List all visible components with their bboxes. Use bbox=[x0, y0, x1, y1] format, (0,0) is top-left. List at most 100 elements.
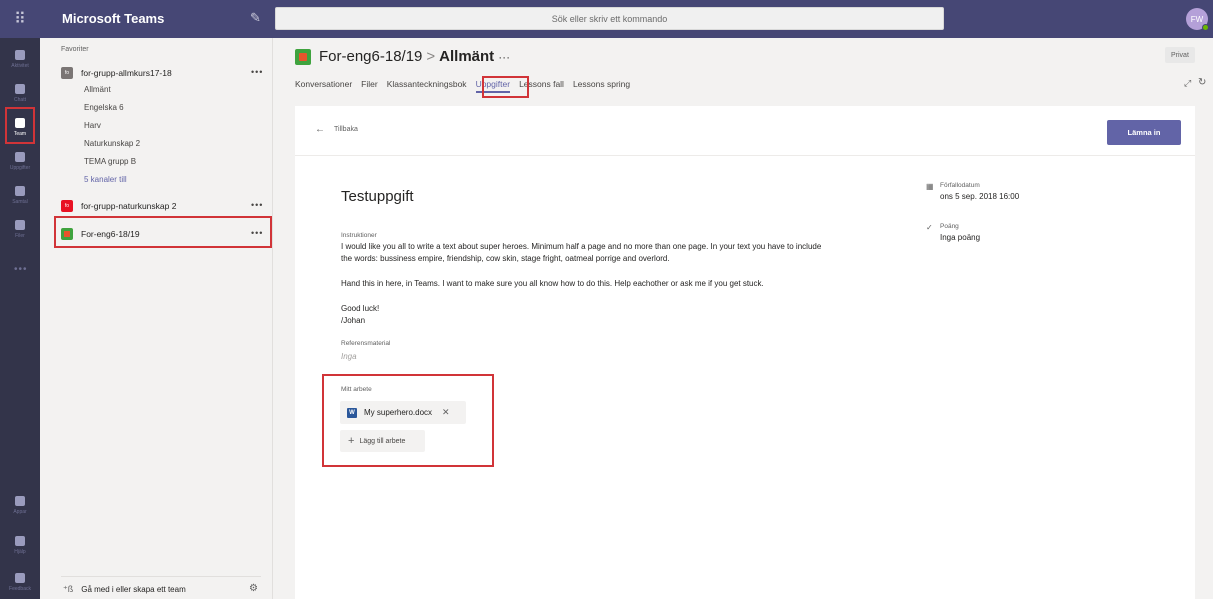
add-work-button[interactable]: + Lägg till arbete bbox=[340, 430, 425, 452]
channel-item[interactable]: Naturkunskap 2 bbox=[84, 139, 140, 148]
favorites-label: Favoriter bbox=[61, 46, 89, 53]
privacy-badge: Privat bbox=[1165, 47, 1195, 63]
channel-name: Allmänt bbox=[439, 48, 495, 65]
rail-label: Samtal bbox=[12, 198, 28, 205]
rail-files[interactable]: Filer bbox=[0, 212, 40, 246]
top-bar: ⠿ Microsoft Teams ✎ Sök eller skriv ett … bbox=[0, 0, 1213, 38]
files-icon bbox=[15, 219, 25, 230]
main-area: For-eng6-18/19 > Allmänt ··· Privat Konvers… bbox=[273, 38, 1213, 599]
teams-pane: Favoriter fo for-grupp-allmkurs17-18 •••… bbox=[40, 38, 273, 599]
tab-lessons-spring[interactable]: Lessons spring bbox=[573, 79, 630, 93]
expand-icon[interactable]: ⤢ bbox=[1184, 78, 1191, 89]
reference-value: Inga bbox=[341, 352, 357, 361]
team-name-title[interactable]: For-eng6-18/19 bbox=[319, 48, 422, 65]
rail-label: Hjälp bbox=[14, 548, 26, 555]
turn-in-button[interactable]: Lämna in bbox=[1107, 120, 1181, 145]
search-input[interactable]: Sök eller skriv ett kommando bbox=[275, 7, 944, 30]
plus-icon: + bbox=[348, 435, 355, 447]
avatar-initials: FW bbox=[1190, 14, 1204, 24]
due-date: ▦ Förfallodatum ons 5 sep. 2018 16:00 bbox=[926, 182, 1019, 201]
assignment-title: Testuppgift bbox=[341, 188, 414, 205]
due-label: Förfallodatum bbox=[940, 182, 980, 189]
rail-apps[interactable]: Appar bbox=[0, 488, 40, 522]
instructions-text: the words: bussiness empire, friendship,… bbox=[341, 254, 670, 263]
rail-chat[interactable]: Chatt bbox=[0, 76, 40, 110]
my-work-label: Mitt arbete bbox=[341, 386, 372, 393]
add-team-icon: ⁺ß bbox=[63, 584, 74, 594]
highlight-teams-rail bbox=[5, 107, 35, 144]
app-launcher-icon[interactable]: ⠿ bbox=[0, 0, 40, 38]
points-value: Inga poäng bbox=[940, 233, 981, 242]
calendar-icon: ▦ bbox=[926, 182, 934, 191]
team-item-naturkunskap[interactable]: fo for-grupp-naturkunskap 2 bbox=[61, 197, 176, 214]
rail-activity[interactable]: Aktivitet bbox=[0, 42, 40, 76]
rail-help[interactable]: Hjälp bbox=[0, 528, 40, 562]
points-label: Poäng bbox=[940, 223, 959, 230]
instructions-text: Good luck! bbox=[341, 304, 380, 313]
rail-more-icon[interactable]: ••• bbox=[14, 264, 28, 275]
team-logo-icon bbox=[295, 49, 311, 65]
breadcrumb-separator: > bbox=[426, 48, 436, 65]
more-channels-link[interactable]: 5 kanaler till bbox=[84, 175, 127, 184]
team-name: for-grupp-allmkurs17-18 bbox=[81, 67, 172, 78]
channel-more-icon[interactable]: ··· bbox=[498, 50, 510, 64]
instructions-text: /Johan bbox=[341, 316, 366, 325]
channel-title: For-eng6-18/19 > Allmänt ··· bbox=[319, 48, 510, 65]
add-work-label: Lägg till arbete bbox=[359, 437, 406, 445]
pane-divider bbox=[61, 576, 261, 577]
rail-label: Appar bbox=[13, 508, 27, 515]
back-arrow-icon[interactable]: ← bbox=[315, 124, 325, 135]
channel-item[interactable]: TEMA grupp B bbox=[84, 157, 136, 166]
team-name: for-grupp-naturkunskap 2 bbox=[81, 200, 177, 211]
file-name: My superhero.docx bbox=[364, 408, 433, 417]
channel-item[interactable]: Harv bbox=[84, 121, 101, 130]
word-file-icon: W bbox=[347, 407, 357, 418]
join-or-create-team-button[interactable]: ⁺ß Gå med i eller skapa ett team bbox=[63, 584, 186, 595]
instructions-text: I would like you all to write a text abo… bbox=[341, 242, 822, 251]
refresh-icon[interactable]: ↻ bbox=[1198, 77, 1206, 88]
rail-label: Chatt bbox=[14, 96, 26, 103]
instructions-text: Hand this in here, in Teams. I want to m… bbox=[341, 279, 764, 288]
bell-icon bbox=[15, 49, 25, 60]
due-value: ons 5 sep. 2018 16:00 bbox=[940, 192, 1020, 201]
team-more-icon[interactable]: ••• bbox=[251, 67, 263, 77]
avatar[interactable]: FW bbox=[1186, 8, 1209, 31]
channel-tabs: Konversationer Filer Klassanteckningsbok… bbox=[295, 79, 639, 93]
feedback-icon bbox=[15, 572, 25, 583]
highlight-team-for-eng6 bbox=[54, 216, 272, 248]
presence-icon bbox=[1202, 24, 1209, 31]
checkmark-icon: ✓ bbox=[926, 223, 933, 232]
attached-file[interactable]: W My superhero.docx ✕ bbox=[340, 401, 466, 424]
assignment-card: ← Tillbaka Lämna in Testuppgift Instrukt… bbox=[295, 106, 1195, 599]
phone-icon bbox=[15, 185, 25, 196]
back-button[interactable]: Tillbaka bbox=[334, 126, 358, 133]
join-label: Gå med i eller skapa ett team bbox=[81, 585, 186, 594]
rail-feedback[interactable]: Feedback bbox=[0, 565, 40, 599]
chat-icon bbox=[15, 83, 25, 94]
reference-label: Referensmaterial bbox=[341, 340, 391, 347]
assignments-icon bbox=[15, 151, 25, 162]
channel-item[interactable]: Engelska 6 bbox=[84, 103, 124, 112]
tab-conversations[interactable]: Konversationer bbox=[295, 79, 352, 93]
rail-label: Uppgifter bbox=[9, 164, 31, 171]
rail-calls[interactable]: Samtal bbox=[0, 178, 40, 212]
rail-assignments[interactable]: Uppgifter bbox=[0, 144, 40, 178]
close-icon[interactable]: ✕ bbox=[442, 407, 450, 418]
highlight-assignments-tab bbox=[482, 76, 529, 98]
help-icon bbox=[15, 535, 25, 546]
team-avatar: fo bbox=[61, 66, 73, 79]
tab-files[interactable]: Filer bbox=[361, 79, 378, 93]
tab-class-notebook[interactable]: Klassanteckningsbok bbox=[387, 79, 467, 93]
points: ✓ Poäng Inga poäng bbox=[926, 223, 980, 242]
app-title: Microsoft Teams bbox=[62, 11, 165, 26]
rail-label: Feedback bbox=[9, 585, 31, 592]
team-more-icon[interactable]: ••• bbox=[251, 200, 263, 210]
team-item-allmkurs[interactable]: fo for-grupp-allmkurs17-18 bbox=[61, 64, 172, 81]
channel-item[interactable]: Allmänt bbox=[84, 85, 111, 94]
apps-icon bbox=[15, 495, 25, 506]
rail-label: Filer bbox=[15, 232, 25, 239]
gear-icon[interactable]: ⚙ bbox=[249, 583, 258, 594]
new-chat-icon[interactable]: ✎ bbox=[250, 10, 261, 26]
assignment-toolbar: ← Tillbaka Lämna in bbox=[295, 106, 1195, 156]
team-avatar: fo bbox=[61, 199, 73, 212]
